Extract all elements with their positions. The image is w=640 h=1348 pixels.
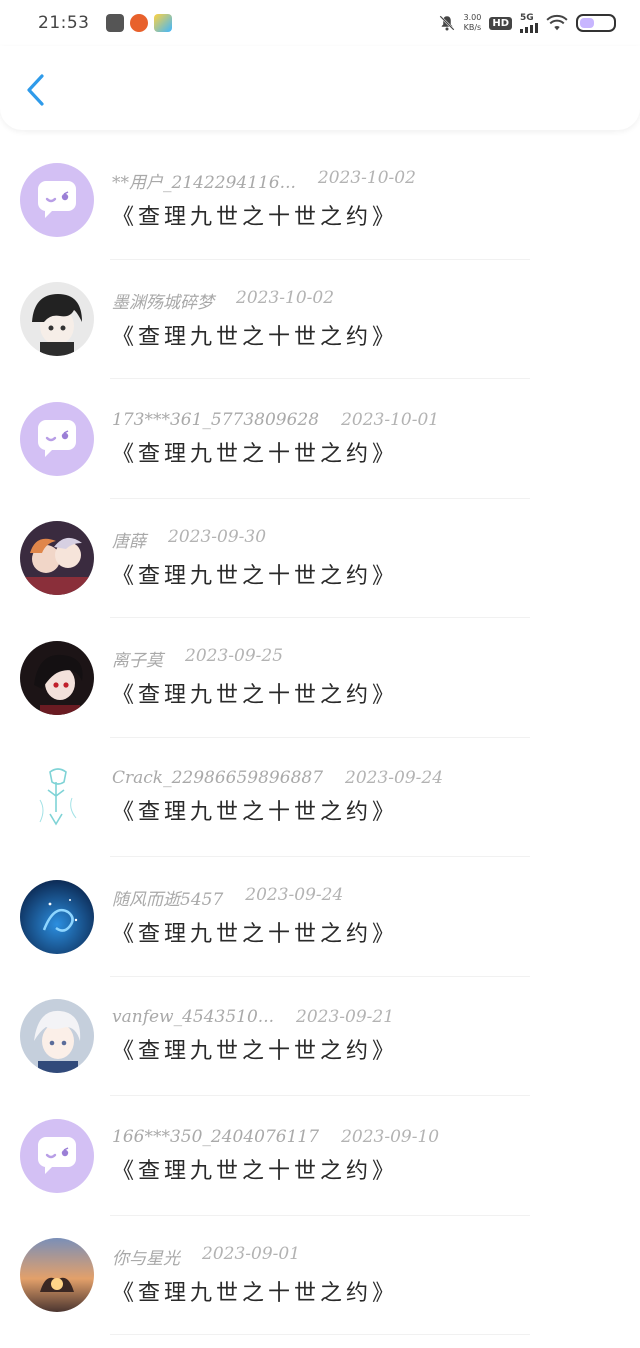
wifi-icon bbox=[546, 15, 568, 31]
list-item[interactable]: 随风而逝5457 2023-09-24 《查理九世之十世之约》 bbox=[0, 857, 640, 977]
list-item[interactable]: 166***350_2404076117 2023-09-10 《查理九世之十世之约… bbox=[0, 1096, 640, 1216]
date: 2023-09-30 bbox=[168, 526, 267, 547]
bell-off-icon bbox=[438, 15, 455, 31]
item-header: 离子莫 2023-09-25 bbox=[112, 646, 398, 671]
shopping-app-icon bbox=[129, 14, 148, 32]
item-header: 墨渊殇城碎梦 2023-10-02 bbox=[112, 288, 398, 313]
list-item[interactable]: 离子莫 2023-09-25 《查理九世之十世之约》 bbox=[0, 618, 640, 738]
date: 2023-10-01 bbox=[341, 409, 440, 430]
book-title[interactable]: 《查理九世之十世之约》 bbox=[112, 677, 398, 709]
sunset-hands-avatar[interactable] bbox=[20, 1238, 94, 1313]
gallery-app-icon bbox=[105, 14, 124, 32]
book-title[interactable]: 《查理九世之十世之约》 bbox=[112, 199, 416, 231]
network-type: 5G bbox=[520, 12, 534, 23]
list-item[interactable]: 你与星光 2023-09-01 《查理九世之十世之约》 bbox=[0, 1216, 640, 1336]
username[interactable]: 唐薛 bbox=[112, 527, 146, 552]
photo-app-icon bbox=[153, 14, 172, 32]
username[interactable]: **用户_2142294116... bbox=[112, 168, 296, 193]
username[interactable]: 173***361_5773809628 bbox=[112, 410, 319, 430]
username[interactable]: 随风而逝5457 bbox=[112, 885, 223, 910]
status-indicators: 3.00 KB/s HD 5G bbox=[438, 13, 616, 33]
date: 2023-10-02 bbox=[236, 287, 335, 308]
item-header: 166***350_2404076117 2023-09-10 bbox=[112, 1127, 439, 1147]
ocean-whale-avatar[interactable] bbox=[20, 879, 94, 954]
reader-list: **用户_2142294116... 2023-10-02 《查理九世之十世之约》墨… bbox=[0, 140, 640, 1335]
clock: 21:53 bbox=[38, 13, 90, 33]
item-header: **用户_2142294116... 2023-10-02 bbox=[112, 168, 416, 193]
date: 2023-09-01 bbox=[202, 1243, 301, 1264]
book-title[interactable]: 《查理九世之十世之约》 bbox=[112, 1033, 398, 1065]
item-meta: 唐薛 2023-09-30 《查理九世之十世之约》 bbox=[112, 527, 398, 590]
username[interactable]: 你与星光 bbox=[112, 1244, 180, 1269]
date: 2023-09-24 bbox=[245, 885, 344, 906]
avatar[interactable] bbox=[20, 640, 94, 715]
battery-icon bbox=[576, 14, 616, 32]
book-title[interactable]: 《查理九世之十世之约》 bbox=[112, 1275, 398, 1307]
top-bar bbox=[0, 46, 640, 130]
default-chat-avatar[interactable] bbox=[20, 401, 94, 476]
list-item[interactable]: 唐薛 2023-09-30 《查理九世之十世之约》 bbox=[0, 499, 640, 619]
item-header: 唐薛 2023-09-30 bbox=[112, 527, 398, 552]
book-title[interactable]: 《查理九世之十世之约》 bbox=[112, 319, 398, 351]
book-title[interactable]: 《查理九世之十世之约》 bbox=[112, 558, 398, 590]
notification-icons bbox=[105, 14, 172, 32]
hd-badge: HD bbox=[489, 16, 512, 30]
item-header: 你与星光 2023-09-01 bbox=[112, 1244, 398, 1269]
item-header: 随风而逝5457 2023-09-24 bbox=[112, 885, 398, 910]
book-title[interactable]: 《查理九世之十世之约》 bbox=[112, 916, 398, 948]
cellular-signal: 5G bbox=[520, 12, 538, 33]
back-button[interactable] bbox=[18, 70, 54, 110]
book-title[interactable]: 《查理九世之十世之约》 bbox=[112, 1153, 439, 1185]
item-meta: 166***350_2404076117 2023-09-10 《查理九世之十世之约… bbox=[112, 1127, 439, 1185]
list-item[interactable]: 墨渊殇城碎梦 2023-10-02 《查理九世之十世之约》 bbox=[0, 260, 640, 380]
item-meta: **用户_2142294116... 2023-10-02 《查理九世之十世之约》 bbox=[112, 168, 416, 231]
list-item[interactable]: **用户_2142294116... 2023-10-02 《查理九世之十世之约》 bbox=[0, 140, 640, 260]
item-meta: 离子莫 2023-09-25 《查理九世之十世之约》 bbox=[112, 646, 398, 709]
date: 2023-10-02 bbox=[317, 168, 416, 189]
item-meta: vanfew_4543510... 2023-09-21 《查理九世之十世之约》 bbox=[112, 1007, 398, 1065]
username[interactable]: 166***350_2404076117 bbox=[112, 1127, 319, 1147]
username[interactable]: Crack_22986659896887 bbox=[112, 768, 323, 788]
date: 2023-09-24 bbox=[345, 768, 444, 789]
network-speed: 3.00 KB/s bbox=[464, 13, 482, 33]
default-chat-avatar[interactable] bbox=[20, 162, 94, 237]
item-header: vanfew_4543510... 2023-09-21 bbox=[112, 1007, 398, 1027]
battery-fill bbox=[580, 18, 595, 28]
status-bar: 21:53 3.00 KB/s HD 5G bbox=[0, 0, 640, 46]
list-item[interactable]: Crack_22986659896887 2023-09-24 《查理九世之十世之约… bbox=[0, 738, 640, 858]
username[interactable]: 离子莫 bbox=[112, 646, 163, 671]
book-title[interactable]: 《查理九世之十世之约》 bbox=[112, 794, 443, 826]
item-meta: 你与星光 2023-09-01 《查理九世之十世之约》 bbox=[112, 1244, 398, 1307]
item-meta: 墨渊殇城碎梦 2023-10-02 《查理九世之十世之约》 bbox=[112, 288, 398, 351]
date: 2023-09-10 bbox=[341, 1126, 440, 1147]
default-chat-avatar[interactable] bbox=[20, 1118, 94, 1193]
chevron-left-icon bbox=[27, 74, 44, 106]
speed-value: 3.00 bbox=[463, 13, 482, 22]
item-header: Crack_22986659896887 2023-09-24 bbox=[112, 768, 443, 788]
item-meta: 随风而逝5457 2023-09-24 《查理九世之十世之约》 bbox=[112, 885, 398, 948]
avatar[interactable] bbox=[20, 282, 94, 357]
item-meta: 173***361_5773809628 2023-10-01 《查理九世之十世之约… bbox=[112, 410, 439, 468]
date: 2023-09-21 bbox=[296, 1007, 395, 1028]
item-header: 173***361_5773809628 2023-10-01 bbox=[112, 410, 439, 430]
avatar[interactable] bbox=[20, 999, 94, 1074]
list-item[interactable]: vanfew_4543510... 2023-09-21 《查理九世之十世之约》 bbox=[0, 977, 640, 1097]
avatar[interactable] bbox=[20, 760, 94, 835]
signal-icon bbox=[520, 22, 538, 33]
book-title[interactable]: 《查理九世之十世之约》 bbox=[112, 436, 439, 468]
speed-unit: KB/s bbox=[463, 23, 482, 32]
username[interactable]: 墨渊殇城碎梦 bbox=[112, 288, 214, 313]
avatar[interactable] bbox=[20, 521, 94, 596]
list-item[interactable]: 173***361_5773809628 2023-10-01 《查理九世之十世之约… bbox=[0, 379, 640, 499]
username[interactable]: vanfew_4543510... bbox=[112, 1007, 274, 1027]
date: 2023-09-25 bbox=[185, 646, 284, 667]
item-meta: Crack_22986659896887 2023-09-24 《查理九世之十世之约… bbox=[112, 768, 443, 826]
